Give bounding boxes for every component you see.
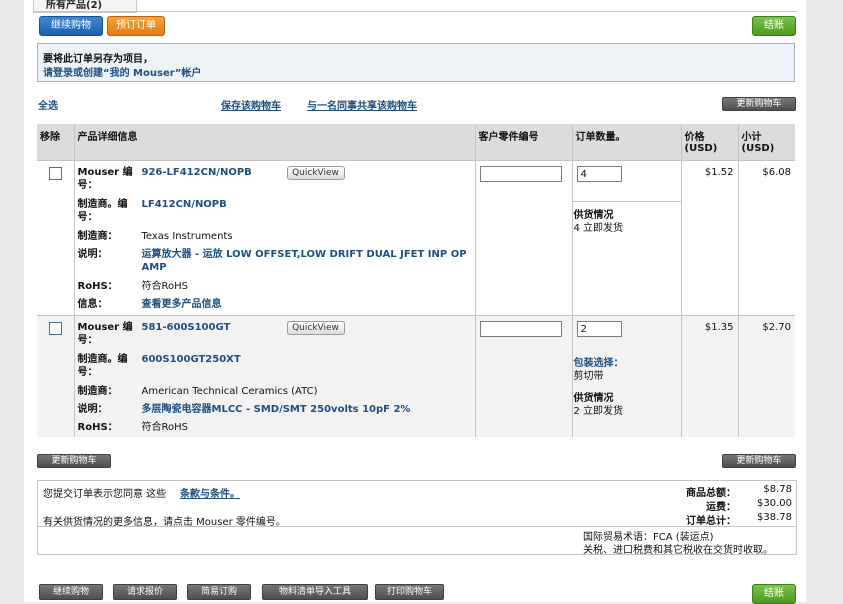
- header-customer-part: 客户零件编号: [475, 124, 573, 161]
- customer-part-input[interactable]: [479, 321, 562, 337]
- mouser-no-label: Mouser 编号：: [77, 167, 133, 191]
- mfr-no-label: 制造商。编号：: [77, 199, 128, 223]
- continue-shopping-button[interactable]: 继续购物: [39, 16, 103, 36]
- header-details: 产品详细信息: [74, 124, 476, 161]
- order-total-value: $38.78: [757, 512, 792, 523]
- save-notice-text: 要将此订单另存为项目，: [43, 54, 153, 65]
- mfr-label: 制造商：: [77, 386, 118, 397]
- table-row: Mouser 编号： 926-LF412CN/NOPB QuickView 制造…: [37, 160, 795, 316]
- mfr-label: 制造商：: [77, 231, 118, 242]
- unit-price: $1.35: [704, 322, 734, 333]
- save-project-notice: 要将此订单另存为项目， 请登录或创建“我的 Mouser”帐户: [37, 43, 795, 82]
- rohs-value: 符合RoHS: [141, 281, 188, 292]
- qty-input[interactable]: 2: [576, 321, 622, 337]
- select-all-link[interactable]: 全选: [38, 97, 58, 112]
- avail-divider: [572, 201, 682, 202]
- tab-divider: [33, 11, 797, 12]
- cart-table: 移除 产品详细信息 客户零件编号 订单数量。 价格 (USD) 小计 (USD)…: [37, 124, 795, 437]
- update-cart-button-bottom-left[interactable]: 更新购物车: [37, 454, 111, 468]
- line-subtotal: $6.08: [762, 167, 791, 178]
- header-price: 价格 (USD): [681, 124, 739, 161]
- bom-import-button[interactable]: 物料清单导入工具: [262, 584, 368, 600]
- rohs-label: RoHS：: [77, 422, 118, 433]
- easy-order-button[interactable]: 简易订购: [187, 584, 251, 600]
- update-cart-button-top[interactable]: 更新购物车: [722, 97, 796, 111]
- table-row: Mouser 编号： 581-600S100GT QuickView 制造商。编…: [37, 315, 795, 437]
- desc-label: 说明：: [77, 249, 108, 260]
- mfr-part-link[interactable]: 600S100GT250XT: [142, 353, 472, 366]
- mfr-no-label: 制造商。编号：: [77, 354, 128, 378]
- avail-value: 2 立即发货: [573, 406, 624, 417]
- rohs-label: RoHS：: [77, 281, 118, 292]
- terms-link[interactable]: 条款与条件。: [180, 485, 240, 500]
- order-total-label: 订单总计：: [686, 516, 736, 527]
- header-order-qty: 订单数量。: [572, 124, 682, 161]
- save-cart-link[interactable]: 保存该购物车: [221, 97, 281, 112]
- header-remove: 移除: [37, 124, 75, 161]
- quickview-button[interactable]: QuickView: [286, 166, 345, 180]
- goods-total-value: $8.78: [763, 484, 792, 495]
- order-summary: 您提交订单表示您同意 这些 条款与条件。 有关供货情况的更多信息，请点击 Mou…: [37, 480, 797, 556]
- qty-input[interactable]: 4: [576, 166, 622, 182]
- remove-checkbox[interactable]: [48, 167, 62, 180]
- print-cart-button[interactable]: 打印购物车: [375, 584, 444, 600]
- desc-link[interactable]: 运算放大器 - 运放 LOW OFFSET,LOW DRIFT DUAL JFE…: [142, 248, 472, 274]
- preorder-button[interactable]: 预订订单: [107, 16, 165, 36]
- mfr-value: American Technical Ceramics (ATC): [141, 386, 318, 397]
- more-info-link[interactable]: 查看更多产品信息: [142, 298, 472, 311]
- shipping-value: $30.00: [757, 498, 792, 509]
- rohs-value: 符合RoHS: [141, 422, 188, 433]
- terms-prefix: 您提交订单表示您同意 这些: [43, 489, 167, 500]
- avail-value: 4 立即发货: [573, 223, 624, 234]
- update-cart-button-bottom-right[interactable]: 更新购物车: [722, 454, 796, 468]
- share-cart-link[interactable]: 与一名同事共享该购物车: [307, 97, 417, 112]
- line-subtotal: $2.70: [762, 322, 791, 333]
- continue-shopping-button-bottom[interactable]: 继续购物: [39, 584, 103, 600]
- login-create-account-link[interactable]: 请登录或创建“我的 Mouser”帐户: [43, 64, 201, 79]
- duties-text: 关税、进口税费和其它税收在交货时收取。: [583, 545, 773, 556]
- mfr-part-link[interactable]: LF412CN/NOPB: [142, 198, 472, 211]
- unit-price: $1.52: [704, 167, 734, 178]
- header-subtotal: 小计 (USD): [738, 124, 795, 161]
- checkout-button-top[interactable]: 结账: [752, 16, 796, 36]
- shipping-label: 运费：: [706, 502, 736, 513]
- customer-part-input[interactable]: [479, 166, 562, 182]
- remove-checkbox[interactable]: [48, 322, 62, 335]
- info-label: 信息：: [77, 299, 108, 310]
- request-quote-button[interactable]: 请求报价: [113, 584, 177, 600]
- summary-divider: [38, 526, 796, 527]
- packaging-value: 剪切带: [573, 371, 604, 382]
- mfr-value: Texas Instruments: [141, 231, 233, 242]
- goods-total-label: 商品总额：: [686, 488, 736, 499]
- mouser-no-label: Mouser 编号：: [77, 322, 133, 346]
- quickview-button[interactable]: QuickView: [286, 321, 345, 335]
- checkout-button-bottom[interactable]: 结账: [752, 584, 796, 604]
- desc-link[interactable]: 多层陶瓷电容器MLCC - SMD/SMT 250volts 10pF 2%: [142, 403, 472, 416]
- desc-label: 说明：: [77, 404, 108, 415]
